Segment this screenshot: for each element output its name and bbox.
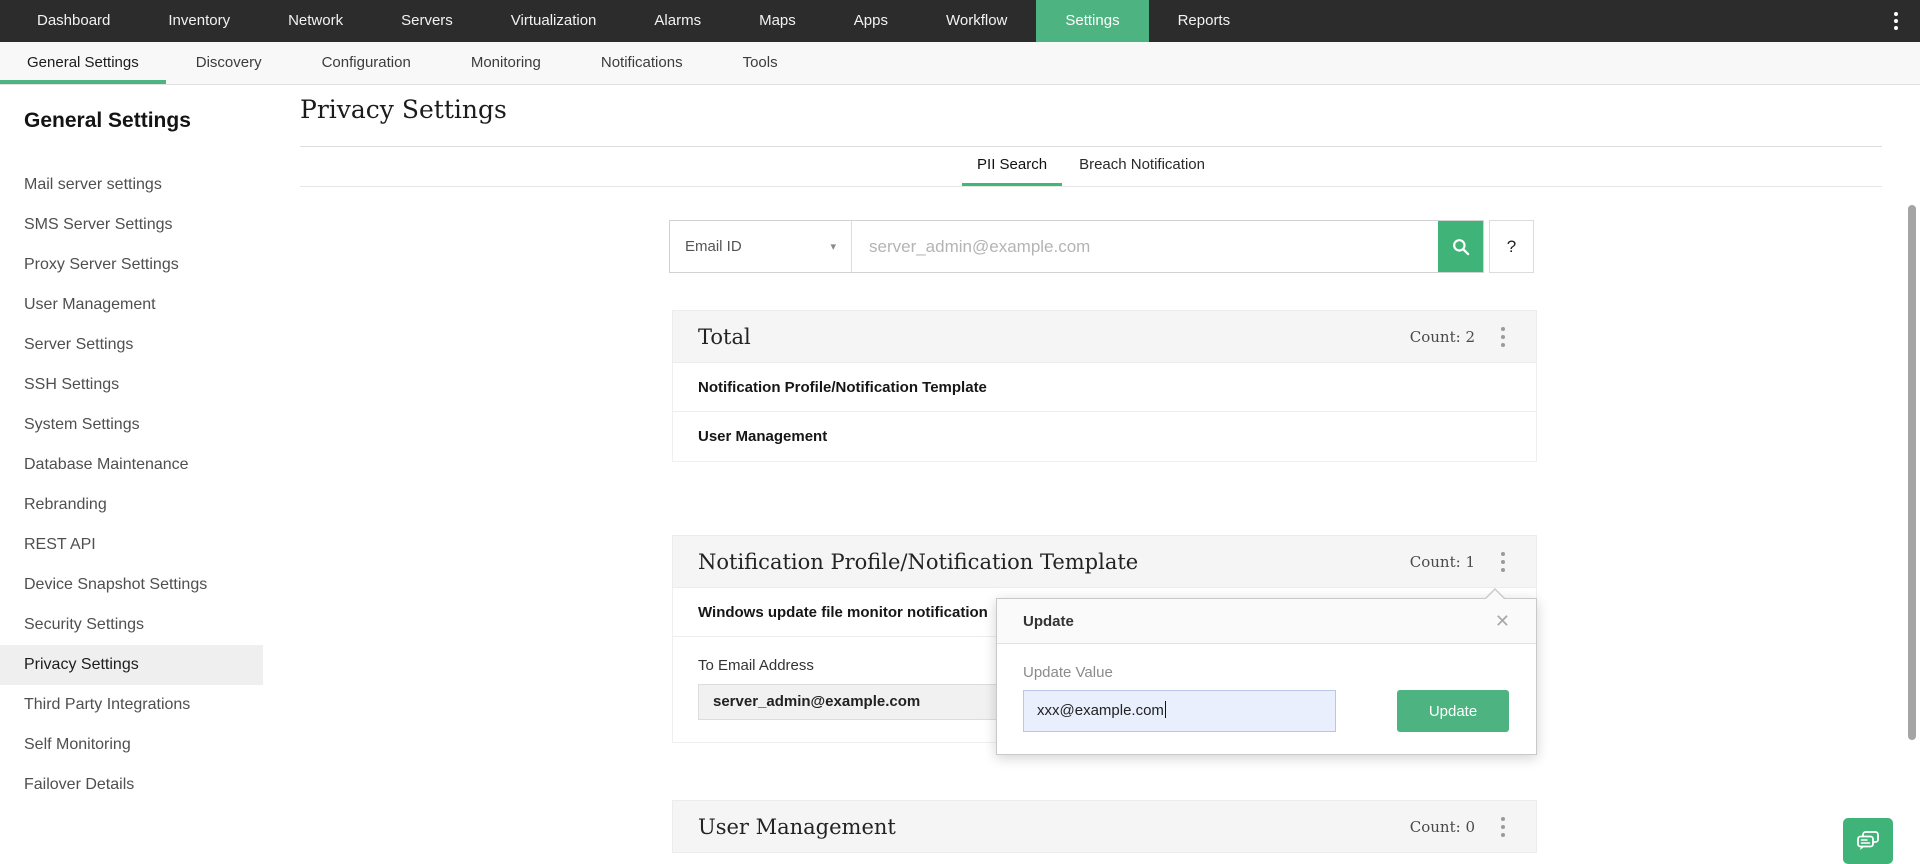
- search-icon: [1451, 237, 1471, 257]
- kebab-dot: [1501, 568, 1505, 572]
- nav-item-reports[interactable]: Reports: [1149, 0, 1260, 42]
- nav-item-settings[interactable]: Settings: [1036, 0, 1148, 42]
- kebab-dot: [1501, 327, 1505, 331]
- count-badge: Count: 2: [1410, 328, 1475, 346]
- kebab-menu-icon[interactable]: [1495, 814, 1511, 840]
- sidebar-item-user-management[interactable]: User Management: [0, 285, 263, 325]
- kebab-dot: [1894, 19, 1898, 23]
- top-nav: Dashboard Inventory Network Servers Virt…: [0, 0, 1920, 42]
- scrollbar[interactable]: [1908, 205, 1916, 740]
- section-total: Total Count: 2 Notification Profile/Noti…: [672, 310, 1537, 462]
- sidebar-item-system-settings[interactable]: System Settings: [0, 405, 263, 445]
- subnav-tab-general-settings[interactable]: General Settings: [0, 42, 166, 84]
- nav-item-virtualization[interactable]: Virtualization: [482, 0, 626, 42]
- sidebar-item-self-monitoring[interactable]: Self Monitoring: [0, 725, 263, 765]
- nav-item-inventory[interactable]: Inventory: [139, 0, 259, 42]
- subnav-tab-monitoring[interactable]: Monitoring: [441, 42, 571, 84]
- section-total-body: Notification Profile/Notification Templa…: [672, 363, 1537, 462]
- sidebar-item-rebranding[interactable]: Rebranding: [0, 485, 263, 525]
- close-icon[interactable]: ✕: [1495, 612, 1510, 630]
- subnav-tab-tools[interactable]: Tools: [713, 42, 808, 84]
- update-popup-header: Update ✕: [997, 599, 1536, 644]
- search-input[interactable]: [852, 221, 1438, 272]
- section-total-header: Total Count: 2: [672, 310, 1537, 363]
- kebab-dot: [1501, 552, 1505, 556]
- search-group: Email ID ▾: [669, 220, 1484, 273]
- section-title: Total: [698, 325, 751, 349]
- nav-item-maps[interactable]: Maps: [730, 0, 825, 42]
- section-notification-header: Notification Profile/Notification Templa…: [672, 535, 1537, 588]
- kebab-menu-icon[interactable]: [1495, 549, 1511, 575]
- subnav-tab-configuration[interactable]: Configuration: [292, 42, 441, 84]
- update-value-input[interactable]: xxx@example.com: [1023, 690, 1336, 732]
- chat-button[interactable]: [1843, 818, 1893, 864]
- sidebar-item-security-settings[interactable]: Security Settings: [0, 605, 263, 645]
- subnav-tab-notifications[interactable]: Notifications: [571, 42, 713, 84]
- section-title: User Management: [698, 815, 896, 839]
- sidebar-item-server-settings[interactable]: Server Settings: [0, 325, 263, 365]
- kebab-dot: [1501, 825, 1505, 829]
- tab-pii-search[interactable]: PII Search: [962, 147, 1062, 186]
- section-title: Notification Profile/Notification Templa…: [698, 550, 1138, 574]
- kebab-menu-icon[interactable]: [1495, 324, 1511, 350]
- nav-item-workflow[interactable]: Workflow: [917, 0, 1036, 42]
- kebab-dot: [1894, 26, 1898, 30]
- update-popup-body: Update Value xxx@example.com Update: [997, 644, 1536, 732]
- to-email-address-value: server_admin@example.com: [698, 684, 1018, 720]
- sidebar-item-privacy-settings[interactable]: Privacy Settings: [0, 645, 263, 685]
- count-badge: Count: 1: [1410, 553, 1475, 571]
- kebab-dot: [1501, 833, 1505, 837]
- sidebar-item-mail-server-settings[interactable]: Mail server settings: [0, 165, 263, 205]
- sidebar-item-database-maintenance[interactable]: Database Maintenance: [0, 445, 263, 485]
- sidebar: General Settings Mail server settings SM…: [0, 85, 263, 854]
- kebab-dot: [1894, 12, 1898, 16]
- kebab-dot: [1501, 817, 1505, 821]
- nav-item-dashboard[interactable]: Dashboard: [8, 0, 139, 42]
- sidebar-item-ssh-settings[interactable]: SSH Settings: [0, 365, 263, 405]
- main-content: Privacy Settings PII Search Breach Notif…: [263, 85, 1920, 854]
- search-field-selected-value: Email ID: [685, 238, 742, 255]
- nav-item-servers[interactable]: Servers: [372, 0, 482, 42]
- sidebar-item-rest-api[interactable]: REST API: [0, 525, 263, 565]
- kebab-dot: [1501, 560, 1505, 564]
- sidebar-item-device-snapshot-settings[interactable]: Device Snapshot Settings: [0, 565, 263, 605]
- search-button[interactable]: [1438, 221, 1483, 272]
- popup-title: Update: [1023, 613, 1074, 630]
- table-row[interactable]: Notification Profile/Notification Templa…: [673, 363, 1536, 412]
- sidebar-title: General Settings: [24, 109, 263, 135]
- chevron-down-icon: ▾: [830, 240, 836, 253]
- sidebar-item-sms-server-settings[interactable]: SMS Server Settings: [0, 205, 263, 245]
- chat-icon: [1853, 826, 1883, 856]
- kebab-dot: [1501, 343, 1505, 347]
- kebab-menu-icon[interactable]: [1886, 0, 1906, 42]
- update-value-text: xxx@example.com: [1037, 702, 1164, 719]
- count-badge: Count: 0: [1410, 818, 1475, 836]
- update-value-label: Update Value: [1023, 664, 1509, 681]
- kebab-dot: [1501, 335, 1505, 339]
- update-button[interactable]: Update: [1397, 690, 1509, 732]
- nav-item-network[interactable]: Network: [259, 0, 372, 42]
- help-button[interactable]: ?: [1489, 220, 1534, 273]
- page-title: Privacy Settings: [300, 95, 507, 124]
- text-cursor: [1165, 701, 1166, 718]
- tab-breach-notification[interactable]: Breach Notification: [1064, 147, 1220, 186]
- nav-item-alarms[interactable]: Alarms: [625, 0, 730, 42]
- update-popup-row: xxx@example.com Update: [1023, 690, 1509, 732]
- sidebar-item-failover-details[interactable]: Failover Details: [0, 765, 263, 805]
- section-user-management: User Management Count: 0: [672, 800, 1537, 853]
- top-nav-items: Dashboard Inventory Network Servers Virt…: [0, 0, 1259, 42]
- search-field-select[interactable]: Email ID ▾: [670, 221, 852, 272]
- sidebar-item-proxy-server-settings[interactable]: Proxy Server Settings: [0, 245, 263, 285]
- table-row[interactable]: User Management: [673, 412, 1536, 461]
- subnav-tab-discovery[interactable]: Discovery: [166, 42, 292, 84]
- nav-item-apps[interactable]: Apps: [825, 0, 917, 42]
- sidebar-item-third-party-integrations[interactable]: Third Party Integrations: [0, 685, 263, 725]
- section-user-management-header: User Management Count: 0: [672, 800, 1537, 853]
- sub-nav: General Settings Discovery Configuration…: [0, 42, 1920, 85]
- privacy-tabs: PII Search Breach Notification: [300, 147, 1882, 187]
- update-popup: Update ✕ Update Value xxx@example.com Up…: [996, 598, 1537, 755]
- pii-search-bar: Email ID ▾ ?: [669, 220, 1534, 273]
- sidebar-list: Mail server settings SMS Server Settings…: [0, 165, 263, 805]
